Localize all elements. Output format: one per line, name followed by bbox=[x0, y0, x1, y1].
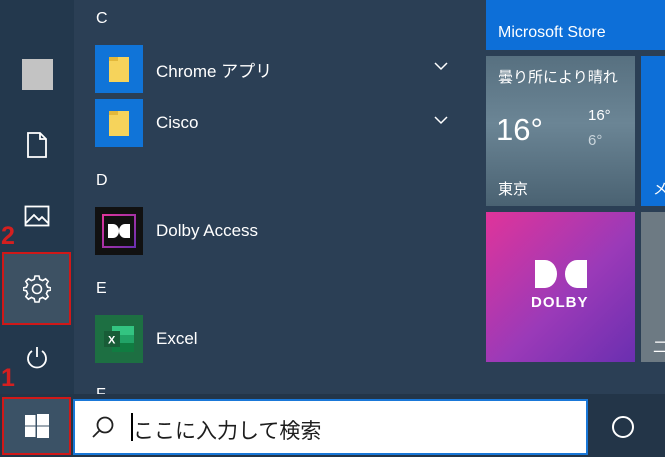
tile-label: メ bbox=[653, 181, 665, 198]
tile-partial[interactable]: メ bbox=[641, 56, 665, 206]
section-letter-e[interactable]: E bbox=[96, 280, 107, 298]
gear-icon bbox=[22, 274, 51, 303]
list-item-dolby-access[interactable]: Dolby Access bbox=[95, 207, 460, 255]
weather-low: 6° bbox=[588, 132, 603, 149]
weather-high: 16° bbox=[588, 107, 611, 124]
tile-label: DOLBY bbox=[531, 294, 589, 311]
tile-partial-2[interactable]: 二 bbox=[641, 212, 665, 362]
list-item-cisco[interactable]: Cisco bbox=[95, 99, 460, 147]
dolby-logo-icon bbox=[535, 260, 587, 288]
app-label: Excel bbox=[156, 329, 198, 348]
app-label: Cisco bbox=[156, 113, 199, 132]
avatar bbox=[21, 58, 53, 90]
app-label: Chrome アプリ bbox=[156, 61, 273, 81]
tile-dolby[interactable]: DOLBY bbox=[486, 212, 635, 362]
tile-microsoft-store[interactable]: Microsoft Store bbox=[486, 0, 665, 50]
tile-label: Microsoft Store bbox=[498, 24, 606, 41]
windows-logo-icon bbox=[24, 414, 49, 438]
pictures-icon bbox=[24, 205, 50, 227]
dolby-icon bbox=[95, 207, 143, 255]
step-number-2: 2 bbox=[1, 222, 15, 250]
app-label: Dolby Access bbox=[156, 221, 259, 240]
tile-label: 二 bbox=[653, 339, 665, 356]
search-input[interactable]: ここに入力して検索 bbox=[73, 399, 588, 455]
folder-icon bbox=[95, 45, 143, 93]
search-icon bbox=[92, 416, 114, 438]
step-number-1: 1 bbox=[1, 364, 15, 392]
search-placeholder: ここに入力して検索 bbox=[133, 420, 322, 443]
folder-icon bbox=[95, 99, 143, 147]
svg-text:X: X bbox=[108, 335, 116, 347]
weather-condition: 曇り所により晴れ bbox=[498, 69, 618, 86]
section-letter-c[interactable]: C bbox=[96, 10, 108, 28]
cortana-button[interactable] bbox=[612, 416, 634, 438]
tile-weather[interactable]: 曇り所により晴れ 16° 16° 6° 東京 bbox=[486, 56, 635, 206]
chevron-down-icon[interactable] bbox=[434, 61, 448, 71]
weather-city: 東京 bbox=[498, 181, 529, 198]
settings-button[interactable] bbox=[2, 252, 71, 325]
weather-temp: 16° bbox=[496, 112, 543, 147]
list-item-chrome-apps[interactable]: Chrome アプリ bbox=[95, 45, 460, 93]
section-letter-d[interactable]: D bbox=[96, 172, 108, 190]
power-icon bbox=[27, 347, 47, 369]
document-icon bbox=[27, 132, 47, 158]
documents-button[interactable] bbox=[0, 113, 74, 177]
user-account-button[interactable] bbox=[0, 42, 74, 106]
chevron-down-icon[interactable] bbox=[434, 115, 448, 125]
excel-icon: X bbox=[95, 315, 143, 363]
list-item-excel[interactable]: X Excel bbox=[95, 315, 460, 363]
start-button[interactable] bbox=[2, 397, 71, 455]
